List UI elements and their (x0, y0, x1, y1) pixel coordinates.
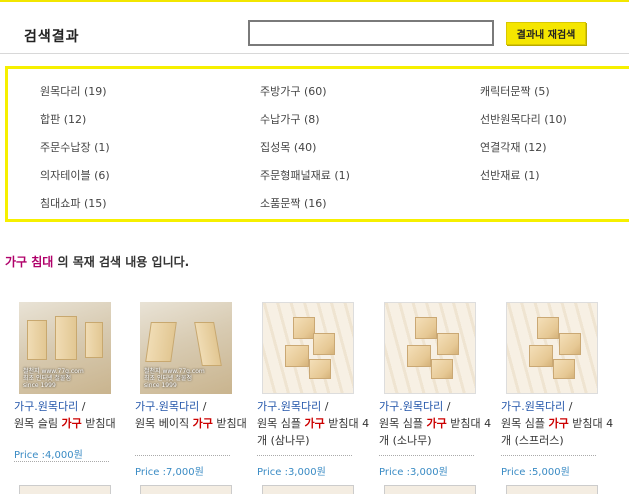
category-link[interactable]: 선반원목다리 (10) (480, 111, 567, 127)
category-link[interactable]: 주방가구 (60) (260, 83, 327, 99)
product-thumbnail[interactable] (19, 485, 111, 494)
product-category[interactable]: 가구.원목다리 / (14, 398, 85, 414)
product-name[interactable]: 원목 베이직 가구 받침대 (135, 415, 253, 432)
product-thumbnail[interactable]: 철천지 www.77g.com 최초 인터넷 철물점 since 1999 (19, 302, 111, 394)
product-thumbnail[interactable] (262, 302, 354, 394)
category-link[interactable]: 소품문짝 (16) (260, 195, 327, 211)
result-summary-text: 의 목재 검색 내용 입니다. (57, 255, 190, 269)
product-name[interactable]: 원목 슬림 가구 받침대 (14, 415, 132, 432)
thumbnail-watermark: 철천지 www.77g.com 최초 인터넷 철물점 since 1999 (23, 368, 84, 389)
product-name[interactable]: 원목 심플 가구 받침대 4개 (소나무) (379, 415, 497, 449)
category-link[interactable]: 선반재료 (1) (480, 167, 540, 183)
product-thumbnail[interactable] (506, 302, 598, 394)
product-category[interactable]: 가구.원목다리 / (379, 398, 450, 414)
divider (501, 455, 596, 456)
product-category[interactable]: 가구.원목다리 / (135, 398, 206, 414)
search-keyword: 가구 침대 (5, 255, 54, 269)
category-link[interactable]: 수납가구 (8) (260, 111, 320, 127)
category-link[interactable]: 침대쇼파 (15) (40, 195, 107, 211)
search-within-results-button[interactable]: 결과내 재검색 (506, 22, 586, 45)
category-link[interactable]: 주문형패널재료 (1) (260, 167, 350, 183)
product-thumbnail[interactable] (262, 485, 354, 494)
product-thumbnail[interactable] (384, 485, 476, 494)
product-name[interactable]: 원목 심플 가구 받침대 4개 (삼나무) (257, 415, 375, 449)
product-name[interactable]: 원목 심플 가구 받침대 4개 (스프러스) (501, 415, 619, 449)
result-summary: 가구 침대 의 목재 검색 내용 입니다. (5, 253, 189, 270)
divider (135, 455, 230, 456)
product-price: Price :4,000원 (14, 450, 83, 461)
product-category[interactable]: 가구.원목다리 / (257, 398, 328, 414)
product-category[interactable]: 가구.원목다리 / (501, 398, 572, 414)
divider (379, 455, 474, 456)
divider (14, 461, 109, 462)
category-link[interactable]: 집성목 (40) (260, 139, 316, 155)
thumbnail-watermark: 철천지 www.77g.com 최초 인터넷 철물점 since 1999 (144, 368, 205, 389)
product-thumbnail[interactable]: 철천지 www.77g.com 최초 인터넷 철물점 since 1999 (140, 302, 232, 394)
category-filter-box: 원목다리 (19) 주방가구 (60) 캐릭터문짝 (5) 합판 (12) 수납… (5, 66, 629, 222)
divider (257, 455, 352, 456)
product-price: Price :5,000원 (501, 467, 570, 478)
product-thumbnail[interactable] (140, 485, 232, 494)
product-price: Price :3,000원 (257, 467, 326, 478)
product-price: Price :7,000원 (135, 467, 204, 478)
category-link[interactable]: 의자테이블 (6) (40, 167, 110, 183)
category-link[interactable]: 연결각재 (12) (480, 139, 547, 155)
category-link[interactable]: 원목다리 (19) (40, 83, 107, 99)
search-input[interactable] (248, 20, 494, 46)
category-link[interactable]: 캐릭터문짝 (5) (480, 83, 550, 99)
page-title: 검색결과 (24, 29, 80, 45)
category-link[interactable]: 주문수납장 (1) (40, 139, 110, 155)
product-thumbnail[interactable] (506, 485, 598, 494)
category-link[interactable]: 합판 (12) (40, 111, 86, 127)
product-price: Price :3,000원 (379, 467, 448, 478)
search-header: 검색결과 결과내 재검색 (0, 2, 629, 54)
product-thumbnail[interactable] (384, 302, 476, 394)
